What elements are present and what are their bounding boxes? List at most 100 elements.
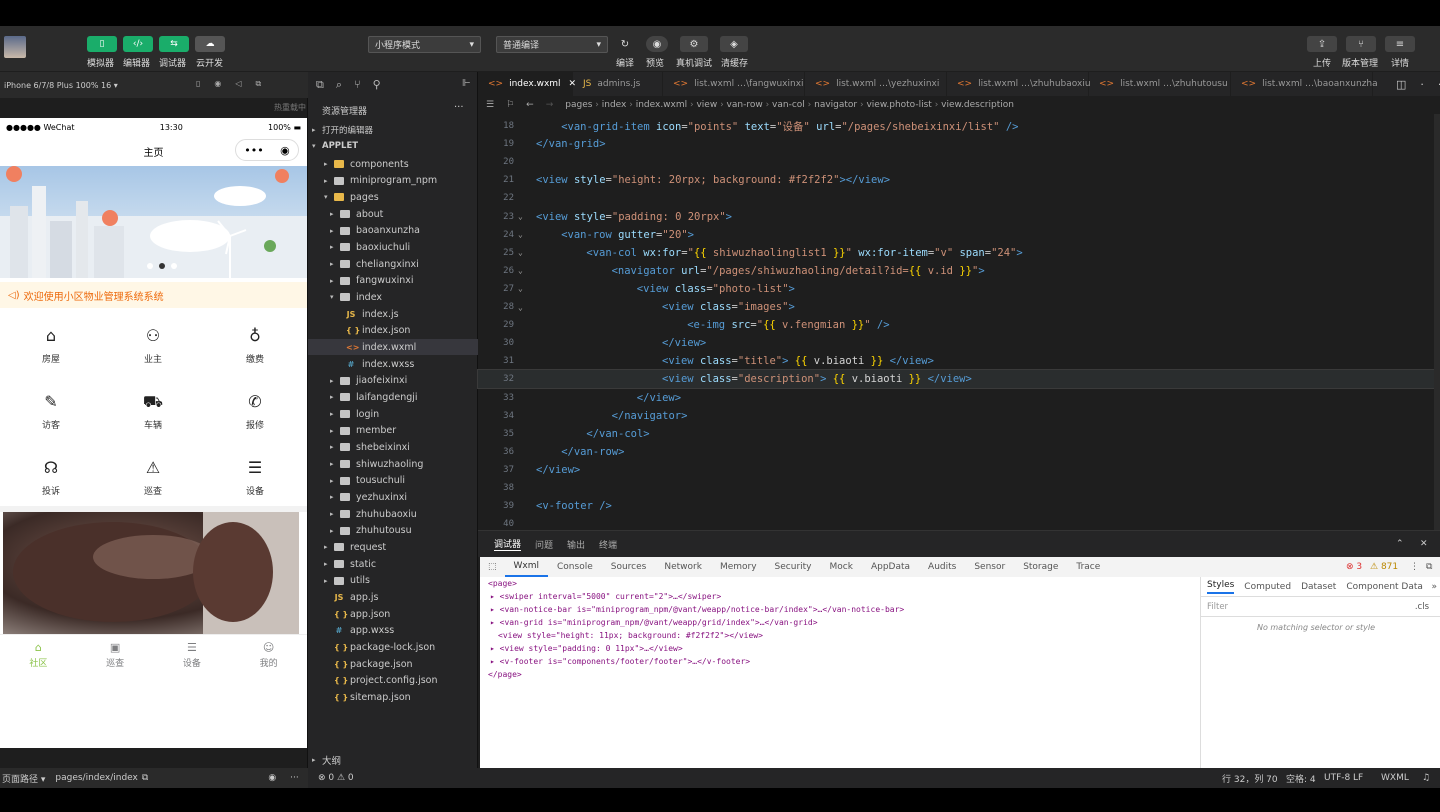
split-icons[interactable]: ◫··· <box>1396 78 1440 91</box>
grid-item-patrol[interactable]: ⚠ 巡查 <box>102 444 204 510</box>
code-line[interactable]: 28 ⌄ <view class="images"> <box>478 298 1440 316</box>
fold-icon[interactable]: ⌄ <box>518 284 523 293</box>
panel-tab-terminal[interactable]: 终端 <box>599 538 617 551</box>
breadcrumb-item[interactable]: van-col <box>772 100 805 110</box>
editor-tab[interactable]: JS admins.js <box>573 72 663 96</box>
bell-icon[interactable]: ♫ <box>1422 773 1430 783</box>
explorer-icons[interactable]: ⧉⌕⑂⚲ <box>316 78 393 92</box>
tree-folder[interactable]: ▸ components <box>324 156 409 172</box>
tree-folder[interactable]: ▸ cheliangxinxi <box>330 256 419 272</box>
problems-count[interactable]: ⊗ 0 ⚠ 0 <box>318 773 354 783</box>
tree-folder[interactable]: ▸ zhuhutousu <box>330 523 412 539</box>
tree-file[interactable]: { } package.json <box>324 656 413 672</box>
code-line[interactable]: 33 </view> <box>478 389 1440 407</box>
compile-select[interactable]: 普通编译 ▾ <box>496 36 608 53</box>
preview-icon[interactable]: ◉ <box>646 36 668 52</box>
upload-icon[interactable]: ⇪ <box>1307 36 1337 52</box>
wxml-node[interactable]: <view style="height: 11px; background: #… <box>498 631 763 644</box>
computed-tab[interactable]: Computed <box>1244 582 1291 592</box>
tree-file[interactable]: JS index.js <box>336 306 399 322</box>
tree-file[interactable]: { } app.json <box>324 606 390 622</box>
fold-icon[interactable]: ⌄ <box>518 230 523 239</box>
tree-folder[interactable]: ▸ request <box>324 539 386 555</box>
open-editors-section[interactable]: ▸ 打开的编辑器 <box>312 122 373 138</box>
tree-folder[interactable]: ▸ jiaofeixinxi <box>330 373 407 389</box>
breadcrumb-item[interactable]: index.wxml <box>636 100 687 110</box>
close-icon[interactable]: ◉ <box>280 144 290 157</box>
tree-folder[interactable]: ▸ laifangdengji <box>330 389 418 405</box>
code-line[interactable]: 25 ⌄ <van-col wx:for="{{ shiwuzhaolinglist… <box>478 244 1440 262</box>
tree-folder[interactable]: ▸ shiwuzhaoling <box>330 456 423 472</box>
cloud-dev-button[interactable]: ☁ <box>195 36 225 52</box>
grid-item-repair[interactable]: ✆ 报修 <box>204 378 306 444</box>
indent-spaces[interactable]: 空格: 4 <box>1286 772 1316 785</box>
fold-icon[interactable]: ⌄ <box>518 266 523 275</box>
code-line[interactable]: 30 </view> <box>478 334 1440 352</box>
devtools-tab[interactable]: Audits <box>919 557 965 577</box>
grid-item-complaint[interactable]: ☊ 投诉 <box>0 444 102 510</box>
code-line[interactable]: 22 <box>478 189 1440 207</box>
editor-tab[interactable]: <> index.wxml ✕ <box>478 72 576 96</box>
explorer-layout-icon[interactable]: ⊩ <box>462 78 471 89</box>
forward-icon[interactable]: → <box>546 100 554 110</box>
breadcrumb-item[interactable]: view.description <box>941 100 1014 110</box>
code-line[interactable]: 31 <view class="title"> {{ v.biaoti }} </… <box>478 352 1440 370</box>
chevron-right-icon[interactable]: » <box>1431 582 1437 592</box>
panel-tab-output[interactable]: 输出 <box>567 538 585 551</box>
wxml-node[interactable]: ▸ <v-footer is="components/footer/footer… <box>490 657 750 670</box>
more-icon[interactable]: ⋮ <box>1410 562 1419 572</box>
tree-file[interactable]: <> index.wxml <box>308 339 478 356</box>
more-icon[interactable]: ••• <box>244 144 263 157</box>
grid-item-house[interactable]: ⌂ 房屋 <box>0 312 102 378</box>
tree-folder[interactable]: ▸ fangwuxinxi <box>330 273 414 289</box>
tree-folder[interactable]: ▸ login <box>330 406 379 422</box>
tab-community[interactable]: ⌂ 社区 <box>0 635 77 674</box>
wxml-node[interactable]: </page> <box>488 670 522 683</box>
grid-item-device[interactable]: ☰ 设备 <box>204 444 306 510</box>
panel-tab-debugger[interactable]: 调试器 <box>494 537 522 551</box>
copy-icon[interactable]: ⧉ <box>142 773 148 783</box>
scrollbar[interactable] <box>1434 114 1440 530</box>
bookmark-icon[interactable]: ⚐ <box>506 100 514 110</box>
language-mode[interactable]: WXML <box>1381 773 1409 783</box>
remote-debug-icon[interactable]: ⚙ <box>680 36 708 52</box>
tree-file[interactable]: { } package-lock.json <box>324 639 435 655</box>
outline-section[interactable]: ▸ 大纲 <box>312 752 341 768</box>
code-line[interactable]: 18 <van-grid-item icon="points" text="设备"… <box>478 117 1440 135</box>
dock-icon[interactable]: ⧉ <box>1426 562 1432 572</box>
devtools-tab[interactable]: Network <box>655 557 711 577</box>
photo-item[interactable] <box>3 512 299 636</box>
devtools-tab[interactable]: Sensor <box>965 557 1014 577</box>
cursor-position[interactable]: 行 32，列 70 <box>1222 772 1278 785</box>
clear-cache-icon[interactable]: ◈ <box>720 36 748 52</box>
swiper-banner[interactable] <box>0 166 307 278</box>
tab-mine[interactable]: ☺ 我的 <box>230 635 307 674</box>
tree-folder[interactable]: ▸ zhuhubaoxiu <box>330 506 417 522</box>
device-icons[interactable]: ▯◉◁⧉ <box>196 79 275 89</box>
details-icon[interactable]: ≡ <box>1385 36 1415 52</box>
code-line[interactable]: 26 ⌄ <navigator url="/pages/shiwuzhaoling/… <box>478 262 1440 280</box>
fold-icon[interactable]: ⌄ <box>518 303 523 312</box>
breadcrumb-item[interactable]: van-row <box>727 100 763 110</box>
wxml-node[interactable]: ▸ <view style="padding: 0 11px">…</view> <box>490 644 683 657</box>
close-icon[interactable]: ✕ <box>1420 539 1428 549</box>
page-path-label[interactable]: 页面路径 ▾ <box>2 772 45 785</box>
grid-item-payment[interactable]: ♁ 缴费 <box>204 312 306 378</box>
inspect-icon[interactable]: ⬚ <box>480 562 505 572</box>
breadcrumb-item[interactable]: view.photo-list <box>866 100 931 110</box>
tree-folder[interactable]: ▸ about <box>330 206 383 222</box>
wxml-node[interactable]: ▸ <van-grid is="miniprogram_npm/@vant/we… <box>490 618 818 631</box>
devtools-tab[interactable]: Mock <box>821 557 862 577</box>
tree-folder[interactable]: ▸ baoxiuchuli <box>330 239 410 255</box>
editor-toggle-button[interactable]: ‹/› <box>123 36 153 52</box>
tree-folder[interactable]: ▾ pages <box>324 189 379 205</box>
tree-file[interactable]: { } index.json <box>336 323 410 339</box>
code-line[interactable]: 27 ⌄ <view class="photo-list"> <box>478 280 1440 298</box>
tab-device[interactable]: ☰ 设备 <box>154 635 231 674</box>
eol[interactable]: LF <box>1353 773 1363 783</box>
code-line[interactable]: 34 </navigator> <box>478 407 1440 425</box>
devtools-tab[interactable]: Memory <box>711 557 766 577</box>
tree-folder[interactable]: ▸ tousuchuli <box>330 473 405 489</box>
code-line[interactable]: 32 <view class="description"> {{ v.biaoti… <box>477 369 1440 390</box>
tree-file[interactable]: # app.wxss <box>324 623 395 639</box>
